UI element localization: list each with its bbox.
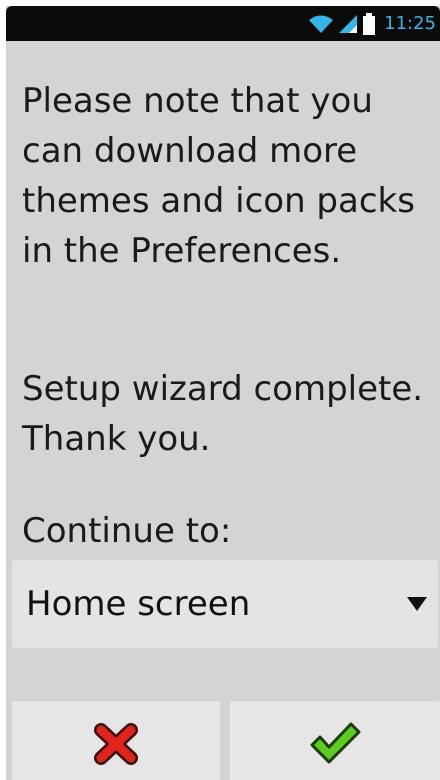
status-icons: 11:25 <box>308 6 436 41</box>
battery-icon <box>363 12 376 35</box>
signal-icon <box>339 14 358 33</box>
continue-to-select[interactable]: Home screen <box>12 560 438 648</box>
status-clock: 11:25 <box>384 13 436 34</box>
continue-label: Continue to: <box>22 511 232 551</box>
green-check-icon <box>310 722 361 764</box>
wifi-icon <box>309 15 334 33</box>
status-bar: 11:25 <box>6 6 440 41</box>
red-x-icon <box>94 723 138 765</box>
continue-to-selected-value: Home screen <box>26 584 251 624</box>
preferences-note: Please note that you can download more t… <box>22 81 415 271</box>
setup-complete-text: Setup wizard complete. Thank you. <box>22 369 424 459</box>
confirm-button[interactable] <box>230 701 440 780</box>
cancel-button[interactable] <box>12 701 220 780</box>
phone-screen: 11:25 Please note that you can download … <box>6 6 440 780</box>
caret-down-icon <box>407 597 427 611</box>
